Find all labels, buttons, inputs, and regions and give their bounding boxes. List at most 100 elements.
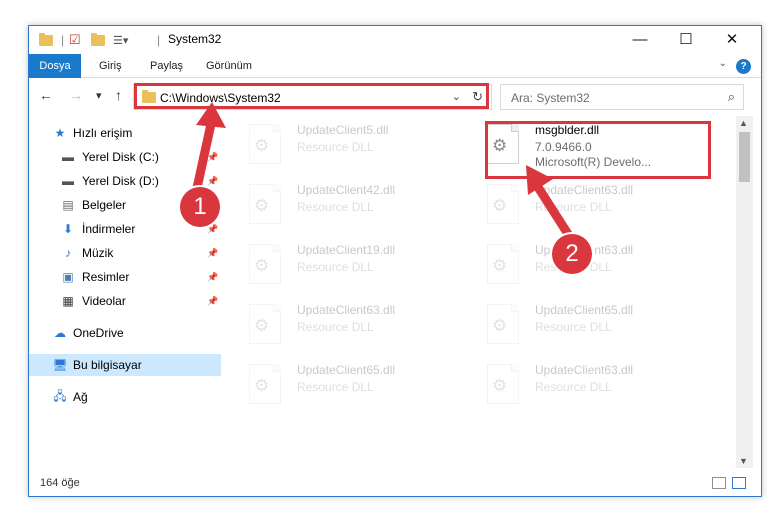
- scroll-down-icon[interactable]: ▼: [739, 456, 748, 466]
- dll-file-icon: ⚙: [249, 124, 281, 164]
- sidebar-item-label: OneDrive: [73, 326, 124, 340]
- drive-icon: ▬: [62, 174, 74, 188]
- separator: |: [61, 33, 65, 47]
- sidebar-item-label: Yerel Disk (C:): [82, 150, 159, 164]
- file-name: UpdateClient19.dll: [297, 243, 396, 257]
- tab-view[interactable]: Görünüm: [206, 54, 252, 78]
- star-icon: ★: [54, 126, 66, 140]
- step-1-badge: 1: [180, 187, 220, 227]
- scroll-up-icon[interactable]: ▲: [739, 118, 748, 128]
- tab-share[interactable]: Paylaş: [150, 54, 183, 78]
- document-icon: ▤: [62, 198, 74, 212]
- sidebar-item-music[interactable]: ♪ Müzik 📌: [29, 242, 221, 264]
- explorer-window: | ☑ ☰▾ | System32 — ☐ ✕ Dosya Giriş Payl…: [28, 25, 762, 497]
- sidebar-item-disk-c[interactable]: ▬ Yerel Disk (C:) 📌: [29, 146, 221, 168]
- pin-icon[interactable]: 📌: [207, 176, 218, 187]
- dll-file-icon: ⚙: [249, 184, 281, 224]
- tab-file[interactable]: Dosya: [29, 54, 81, 78]
- window-title: System32: [168, 32, 222, 46]
- separator: |: [157, 33, 161, 47]
- status-bar: 164 öğe: [29, 472, 761, 496]
- sidebar-item-label: Müzik: [82, 246, 114, 260]
- file-item[interactable]: ⚙ UpdateClient19.dll Resource DLL: [229, 238, 454, 292]
- dll-file-icon: ⚙: [249, 304, 281, 344]
- ribbon-tabs: Dosya Giriş Paylaş Görünüm ⌄ ?: [29, 54, 761, 78]
- vertical-scrollbar[interactable]: ▲ ▼: [736, 116, 753, 468]
- sidebar-item-videos[interactable]: ▦ Videolar 📌: [29, 290, 221, 312]
- item-count: 164 öğe: [40, 477, 80, 489]
- expand-ribbon-icon[interactable]: ⌄: [719, 58, 727, 69]
- network-icon: 🖧: [53, 388, 67, 403]
- recent-locations-button[interactable]: ▾: [96, 89, 102, 102]
- search-box[interactable]: Ara: System32 ⌕: [500, 84, 744, 110]
- sidebar-item-label: Belgeler: [82, 198, 127, 212]
- sidebar-item-label: Hızlı erişim: [73, 126, 133, 140]
- navigation-bar: ← → ▾ ↑ C:\Windows\System32 ⌄ ↻ Ara: Sys…: [29, 78, 761, 114]
- sidebar-item-label: Ağ: [73, 390, 88, 404]
- details-view-icon[interactable]: [712, 477, 726, 489]
- file-name: UpdateClient65.dll: [297, 363, 396, 377]
- file-name: UpdateClient63.dll: [535, 183, 634, 197]
- drive-icon: ▬: [62, 150, 74, 164]
- tiles-view-icon[interactable]: [732, 477, 746, 489]
- search-icon[interactable]: ⌕: [728, 89, 735, 105]
- sidebar-item-label: Yerel Disk (D:): [82, 174, 159, 188]
- maximize-button[interactable]: ☐: [663, 26, 709, 54]
- dll-file-icon: ⚙: [249, 244, 281, 284]
- sidebar-item-label: Resimler: [82, 270, 130, 284]
- file-type: Resource DLL: [535, 200, 612, 214]
- sidebar-item-label: Videolar: [82, 294, 126, 308]
- sidebar-item-network[interactable]: 🖧 Ağ: [29, 386, 221, 408]
- file-type: Resource DLL: [297, 200, 374, 214]
- pin-icon[interactable]: 📌: [207, 296, 218, 307]
- file-item[interactable]: ⚙ UpdateClient63.dll Resource DLL: [467, 178, 692, 232]
- cloud-icon: ☁: [54, 326, 66, 340]
- sidebar-item-onedrive[interactable]: ☁ OneDrive: [29, 322, 221, 344]
- properties-icon[interactable]: ☑: [69, 32, 81, 48]
- address-highlight-box: [134, 83, 489, 109]
- pin-icon[interactable]: 📌: [207, 152, 218, 163]
- file-item[interactable]: ⚙ UpdateClient63.dll Resource DLL: [229, 298, 454, 352]
- back-button[interactable]: ←: [39, 87, 53, 103]
- pictures-icon: ▣: [62, 270, 74, 284]
- scroll-thumb[interactable]: [739, 132, 750, 182]
- video-icon: ▦: [62, 294, 74, 308]
- sidebar-item-pictures[interactable]: ▣ Resimler 📌: [29, 266, 221, 288]
- file-name: UpdateClient63.dll: [535, 363, 634, 377]
- file-item[interactable]: ⚙ UpdateClient5.dll Resource DLL: [229, 118, 454, 172]
- file-item[interactable]: ⚙ UpdateClient65.dll Resource DLL: [467, 298, 692, 352]
- forward-button[interactable]: →: [69, 87, 83, 103]
- minimize-button[interactable]: —: [617, 26, 663, 54]
- navigation-pane: ★ Hızlı erişim ▬ Yerel Disk (C:) 📌 ▬ Yer…: [29, 116, 221, 466]
- file-name: UpdateClient63.dll: [297, 303, 396, 317]
- download-icon: ⬇: [62, 222, 74, 236]
- file-item[interactable]: ⚙ UpdateClient42.dll Resource DLL: [229, 178, 454, 232]
- file-item[interactable]: ⚙ UpdateClient63.dll Resource DLL: [467, 358, 692, 412]
- file-name: UpdateClient42.dll: [297, 183, 396, 197]
- music-icon: ♪: [65, 246, 71, 260]
- pin-icon[interactable]: 📌: [207, 272, 218, 283]
- pin-icon[interactable]: 📌: [207, 248, 218, 259]
- file-name: UpdateClient5.dll: [297, 123, 389, 137]
- sidebar-item-this-pc[interactable]: 🖥 Bu bilgisayar: [29, 354, 221, 376]
- file-type: Resource DLL: [297, 260, 374, 274]
- tab-home[interactable]: Giriş: [99, 54, 122, 78]
- search-input[interactable]: Ara: System32: [511, 91, 590, 105]
- dll-file-icon: ⚙: [487, 184, 519, 224]
- file-item[interactable]: ⚙ UpdateClient65.dll Resource DLL: [229, 358, 454, 412]
- file-type: Resource DLL: [535, 380, 612, 394]
- dll-file-icon: ⚙: [249, 364, 281, 404]
- title-bar: | ☑ ☰▾ | System32 — ☐ ✕: [29, 26, 761, 54]
- new-folder-icon[interactable]: [91, 32, 105, 48]
- pin-icon[interactable]: 📌: [207, 224, 218, 235]
- customize-toolbar-icon[interactable]: ☰▾: [113, 32, 128, 48]
- file-highlight-box: [485, 121, 711, 179]
- sidebar-item-quick-access[interactable]: ★ Hızlı erişim: [29, 122, 221, 144]
- folder-icon: [39, 32, 53, 48]
- close-button[interactable]: ✕: [709, 26, 755, 54]
- up-button[interactable]: ↑: [115, 87, 122, 103]
- file-type: Resource DLL: [297, 380, 374, 394]
- file-name: UpdateClient65.dll: [535, 303, 634, 317]
- dll-file-icon: ⚙: [487, 304, 519, 344]
- help-icon[interactable]: ?: [736, 59, 751, 74]
